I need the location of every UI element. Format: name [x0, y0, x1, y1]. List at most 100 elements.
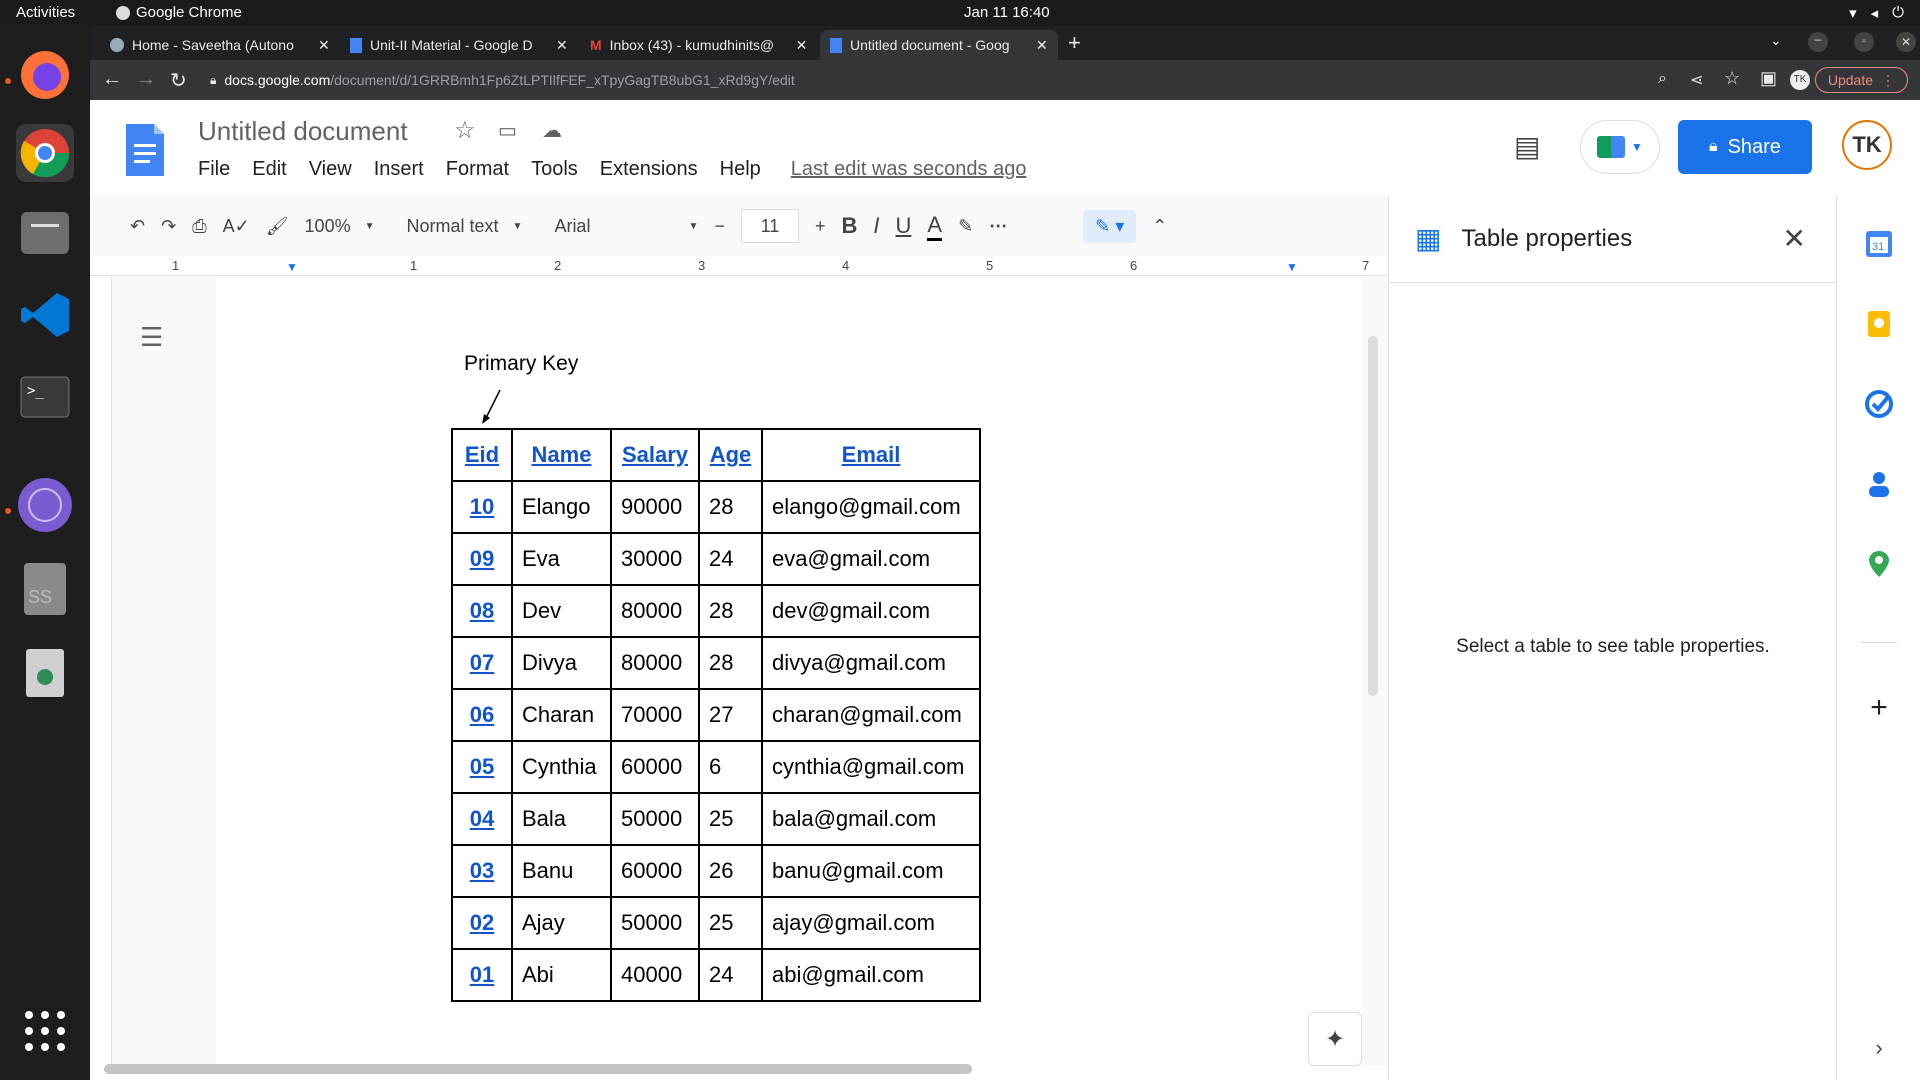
menu-format[interactable]: Format	[446, 158, 509, 181]
editing-mode-button[interactable]: ✎ ▾	[1083, 209, 1137, 243]
table-cell[interactable]: 60000	[610, 844, 700, 898]
profile-avatar-small[interactable]: TK	[1790, 70, 1810, 90]
table-cell[interactable]: banu@gmail.com	[761, 844, 981, 898]
table-cell[interactable]: 03	[451, 844, 513, 898]
keep-icon[interactable]	[1861, 306, 1897, 342]
table-cell[interactable]: 06	[451, 688, 513, 742]
table-cell[interactable]: bala@gmail.com	[761, 792, 981, 846]
table-cell[interactable]: Eva	[511, 532, 612, 586]
tasks-icon[interactable]	[1861, 386, 1897, 422]
document-title[interactable]: Untitled document	[198, 116, 408, 147]
table-cell[interactable]: Divya	[511, 636, 612, 690]
table-cell[interactable]: Abi	[511, 948, 612, 1002]
table-cell[interactable]: ajay@gmail.com	[761, 896, 981, 950]
update-button[interactable]: Update ⋮	[1814, 67, 1908, 93]
table-cell[interactable]: 05	[451, 740, 513, 794]
employee-table[interactable]: Eid Name Salary Age Email 10 Elango 90000 2…	[451, 428, 981, 1002]
clock[interactable]: Jan 11 16:40	[964, 4, 1050, 21]
table-cell[interactable]: 40000	[610, 948, 700, 1002]
explore-button[interactable]: ✦	[1308, 1012, 1362, 1066]
horizontal-scrollbar[interactable]	[104, 1064, 972, 1074]
table-cell[interactable]: Bala	[511, 792, 612, 846]
paint-format-icon[interactable]: 🖌︎	[266, 216, 289, 237]
maximize-icon[interactable]: ▫	[1854, 32, 1874, 52]
table-cell[interactable]: 80000	[610, 636, 700, 690]
close-icon[interactable]: ✕	[1783, 222, 1806, 255]
window-close-icon[interactable]: ✕	[1896, 32, 1916, 52]
print-icon[interactable]: ⎙	[192, 216, 206, 237]
table-cell[interactable]: divya@gmail.com	[761, 636, 981, 690]
table-cell[interactable]: 07	[451, 636, 513, 690]
table-cell[interactable]: 27	[698, 688, 763, 742]
table-cell[interactable]: 04	[451, 792, 513, 846]
chevron-right-icon[interactable]: ›	[1861, 1030, 1897, 1066]
cloud-status-icon[interactable]: ☁	[542, 118, 562, 143]
zoom-select[interactable]: 100% ▼	[305, 216, 375, 237]
style-select[interactable]: Normal text ▼	[407, 216, 523, 237]
table-cell[interactable]: 26	[698, 844, 763, 898]
menu-file[interactable]: File	[198, 158, 230, 181]
header-cell[interactable]: Email	[761, 428, 981, 482]
table-cell[interactable]: 25	[698, 896, 763, 950]
table-cell[interactable]: Ajay	[511, 896, 612, 950]
table-cell[interactable]: 30000	[610, 532, 700, 586]
table-cell[interactable]: 6	[698, 740, 763, 794]
drive-icon[interactable]: SS	[16, 560, 74, 618]
meet-button[interactable]: ▼	[1580, 120, 1660, 174]
activities-button[interactable]: Activities	[16, 4, 75, 21]
table-cell[interactable]: 24	[698, 532, 763, 586]
undo-icon[interactable]: ↶	[130, 216, 145, 237]
header-cell[interactable]: Name	[511, 428, 612, 482]
table-cell[interactable]: eva@gmail.com	[761, 532, 981, 586]
table-cell[interactable]: 90000	[610, 480, 700, 534]
text-color-icon[interactable]: A	[927, 212, 943, 241]
table-cell[interactable]: 24	[698, 948, 763, 1002]
menu-edit[interactable]: Edit	[252, 158, 286, 181]
reload-icon[interactable]: ↻	[170, 68, 187, 93]
right-indent-marker[interactable]: ▼	[1286, 260, 1298, 274]
table-cell[interactable]: Cynthia	[511, 740, 612, 794]
tab-search-icon[interactable]: ⌄	[1770, 32, 1782, 49]
share-button[interactable]: 🔒︎ Share	[1678, 120, 1812, 174]
star-icon[interactable]: ☆	[454, 116, 476, 145]
table-cell[interactable]: elango@gmail.com	[761, 480, 981, 534]
collapse-toolbar-icon[interactable]: ⌃	[1152, 216, 1167, 237]
table-cell[interactable]: Dev	[511, 584, 612, 638]
table-cell[interactable]: 02	[451, 896, 513, 950]
close-icon[interactable]: ✕	[556, 37, 568, 54]
table-cell[interactable]: 50000	[610, 792, 700, 846]
move-folder-icon[interactable]: ▭	[498, 118, 517, 143]
table-cell[interactable]: Banu	[511, 844, 612, 898]
share-page-icon[interactable]: ⋖	[1690, 70, 1703, 90]
more-icon[interactable]: ⋯	[989, 216, 1007, 237]
header-cell[interactable]: Salary	[610, 428, 700, 482]
table-cell[interactable]: Elango	[511, 480, 612, 534]
docs-logo-icon[interactable]	[124, 122, 166, 178]
terminal-icon[interactable]: >_	[16, 368, 74, 426]
new-tab-button[interactable]: +	[1068, 30, 1081, 56]
increase-size-icon[interactable]: +	[815, 216, 826, 237]
comment-icon[interactable]: ▤	[1514, 130, 1540, 163]
table-cell[interactable]: abi@gmail.com	[761, 948, 981, 1002]
table-cell[interactable]: 08	[451, 584, 513, 638]
contacts-icon[interactable]	[1861, 466, 1897, 502]
url-field[interactable]: 🔒︎ docs.google.com/document/d/1GRRBmh1Fp…	[210, 68, 1650, 92]
table-cell[interactable]: charan@gmail.com	[761, 688, 981, 742]
bookmark-star-icon[interactable]: ☆	[1724, 68, 1740, 89]
table-cell[interactable]: cynthia@gmail.com	[761, 740, 981, 794]
back-icon[interactable]: ←	[102, 68, 122, 91]
table-cell[interactable]: 28	[698, 584, 763, 638]
close-icon[interactable]: ✕	[1036, 37, 1048, 54]
spellcheck-icon[interactable]: A✓	[223, 216, 250, 237]
header-cell[interactable]: Age	[698, 428, 763, 482]
font-size-input[interactable]: 11	[740, 209, 799, 243]
minimize-icon[interactable]: –	[1808, 32, 1828, 52]
menu-help[interactable]: Help	[720, 158, 761, 181]
left-indent-marker[interactable]: ▼	[286, 260, 298, 274]
firefox-icon[interactable]	[16, 46, 74, 104]
chrome-icon[interactable]	[16, 124, 74, 182]
table-cell[interactable]: 25	[698, 792, 763, 846]
close-icon[interactable]: ✕	[318, 37, 330, 54]
calendar-icon[interactable]: 31	[1861, 226, 1897, 262]
add-addon-icon[interactable]: +	[1861, 690, 1897, 726]
